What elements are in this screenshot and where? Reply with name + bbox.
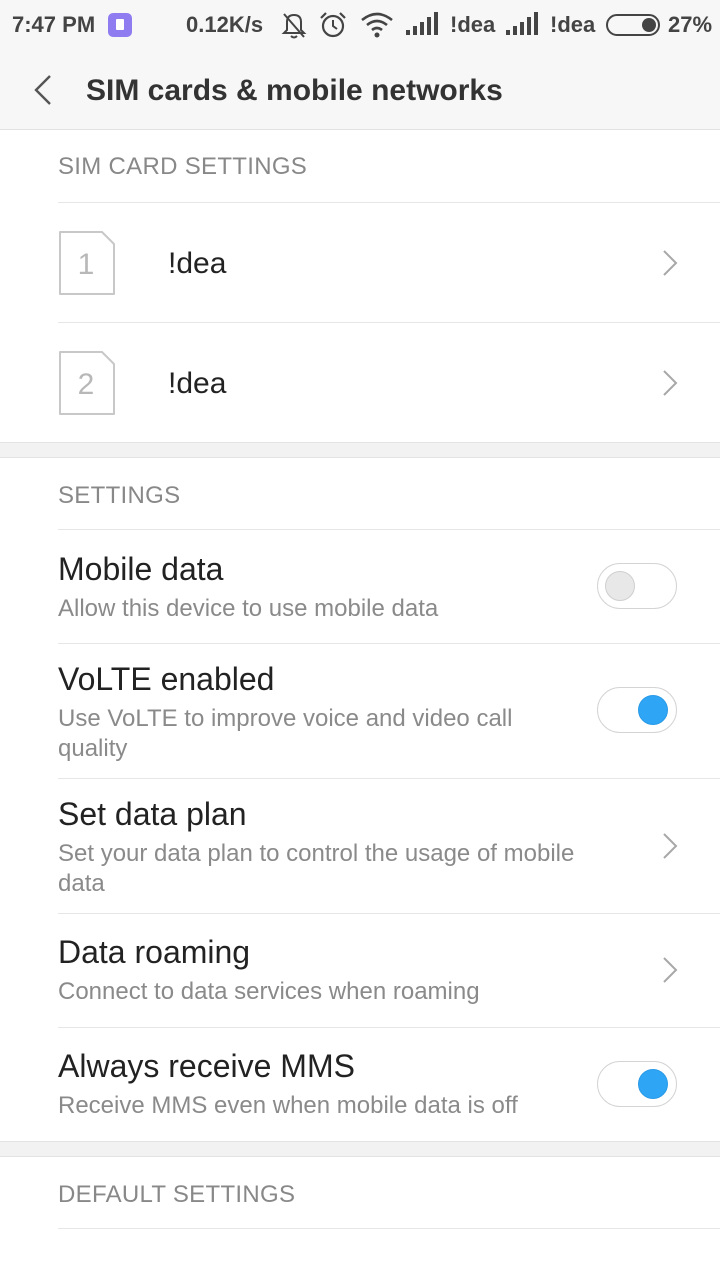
chevron-right-icon [663,250,678,276]
setting-subtitle: Receive MMS even when mobile data is off [58,1092,518,1119]
wifi-icon [361,12,393,38]
muted-bell-icon [281,13,307,39]
battery-icon [606,14,660,36]
data-roaming-row[interactable]: Data roaming Connect to data services wh… [0,914,720,1027]
chevron-right-icon [663,370,678,396]
section-header: DEFAULT SETTINGS [58,1181,296,1208]
chevron-right-icon [663,833,678,859]
setting-subtitle: Connect to data services when roaming [58,978,480,1005]
setting-subtitle: Set your data plan to control the usage … [58,840,575,897]
settings-section: SETTINGS Mobile data Allow this device t… [0,458,720,1141]
mobile-data-toggle[interactable] [597,563,677,609]
signal-strength-icon [506,12,538,35]
volte-toggle[interactable] [597,687,677,733]
section-gap [0,1141,720,1157]
section-header: SIM CARD SETTINGS [58,153,308,180]
set-data-plan-row[interactable]: Set data plan Set your data plan to cont… [0,779,720,913]
sim-slot-number: 1 [77,248,95,281]
mobile-data-row[interactable]: Mobile data Allow this device to use mob… [0,530,720,643]
chevron-right-icon [663,957,678,983]
always-receive-mms-toggle[interactable] [597,1061,677,1107]
setting-subtitle: Allow this device to use mobile data [58,595,439,622]
status-time: 7:47 PM [12,12,96,37]
sim-carrier-label: !dea [168,247,227,280]
sim-item-1[interactable]: 1 !dea [0,203,720,323]
back-arrow-icon[interactable] [24,68,68,112]
setting-title: Set data plan [58,796,247,832]
sim-item-2[interactable]: 2 !dea [0,323,720,443]
always-receive-mms-row[interactable]: Always receive MMS Receive MMS even when… [0,1028,720,1141]
section-header: SETTINGS [58,482,181,509]
carrier-name-2: !dea [550,12,596,37]
alarm-icon [320,12,346,38]
network-speed: 0.12K/s [186,12,264,37]
page-title: SIM cards & mobile networks [86,74,503,107]
notification-app-icon [108,13,132,37]
toolbar: SIM cards & mobile networks [0,50,720,130]
sim-card-settings-section: SIM CARD SETTINGS 1 !dea 2 !dea [0,131,720,442]
setting-title: Always receive MMS [58,1048,355,1084]
sim-slot-number: 2 [77,368,95,401]
setting-title: VoLTE enabled [58,661,275,697]
sim-carrier-label: !dea [168,367,227,400]
setting-title: Data roaming [58,934,251,970]
setting-subtitle: Use VoLTE to improve voice and video cal… [58,705,513,762]
section-gap [0,442,720,458]
setting-title: Mobile data [58,551,224,587]
battery-percent: 27% [668,12,713,37]
carrier-name-1: !dea [450,12,496,37]
signal-strength-icon [406,12,438,35]
divider [58,1228,720,1229]
default-settings-section: DEFAULT SETTINGS [0,1157,720,1280]
volte-row[interactable]: VoLTE enabled Use VoLTE to improve voice… [0,644,720,778]
status-bar: 7:47 PM 0.12K/s !dea !dea 27% [0,0,720,50]
